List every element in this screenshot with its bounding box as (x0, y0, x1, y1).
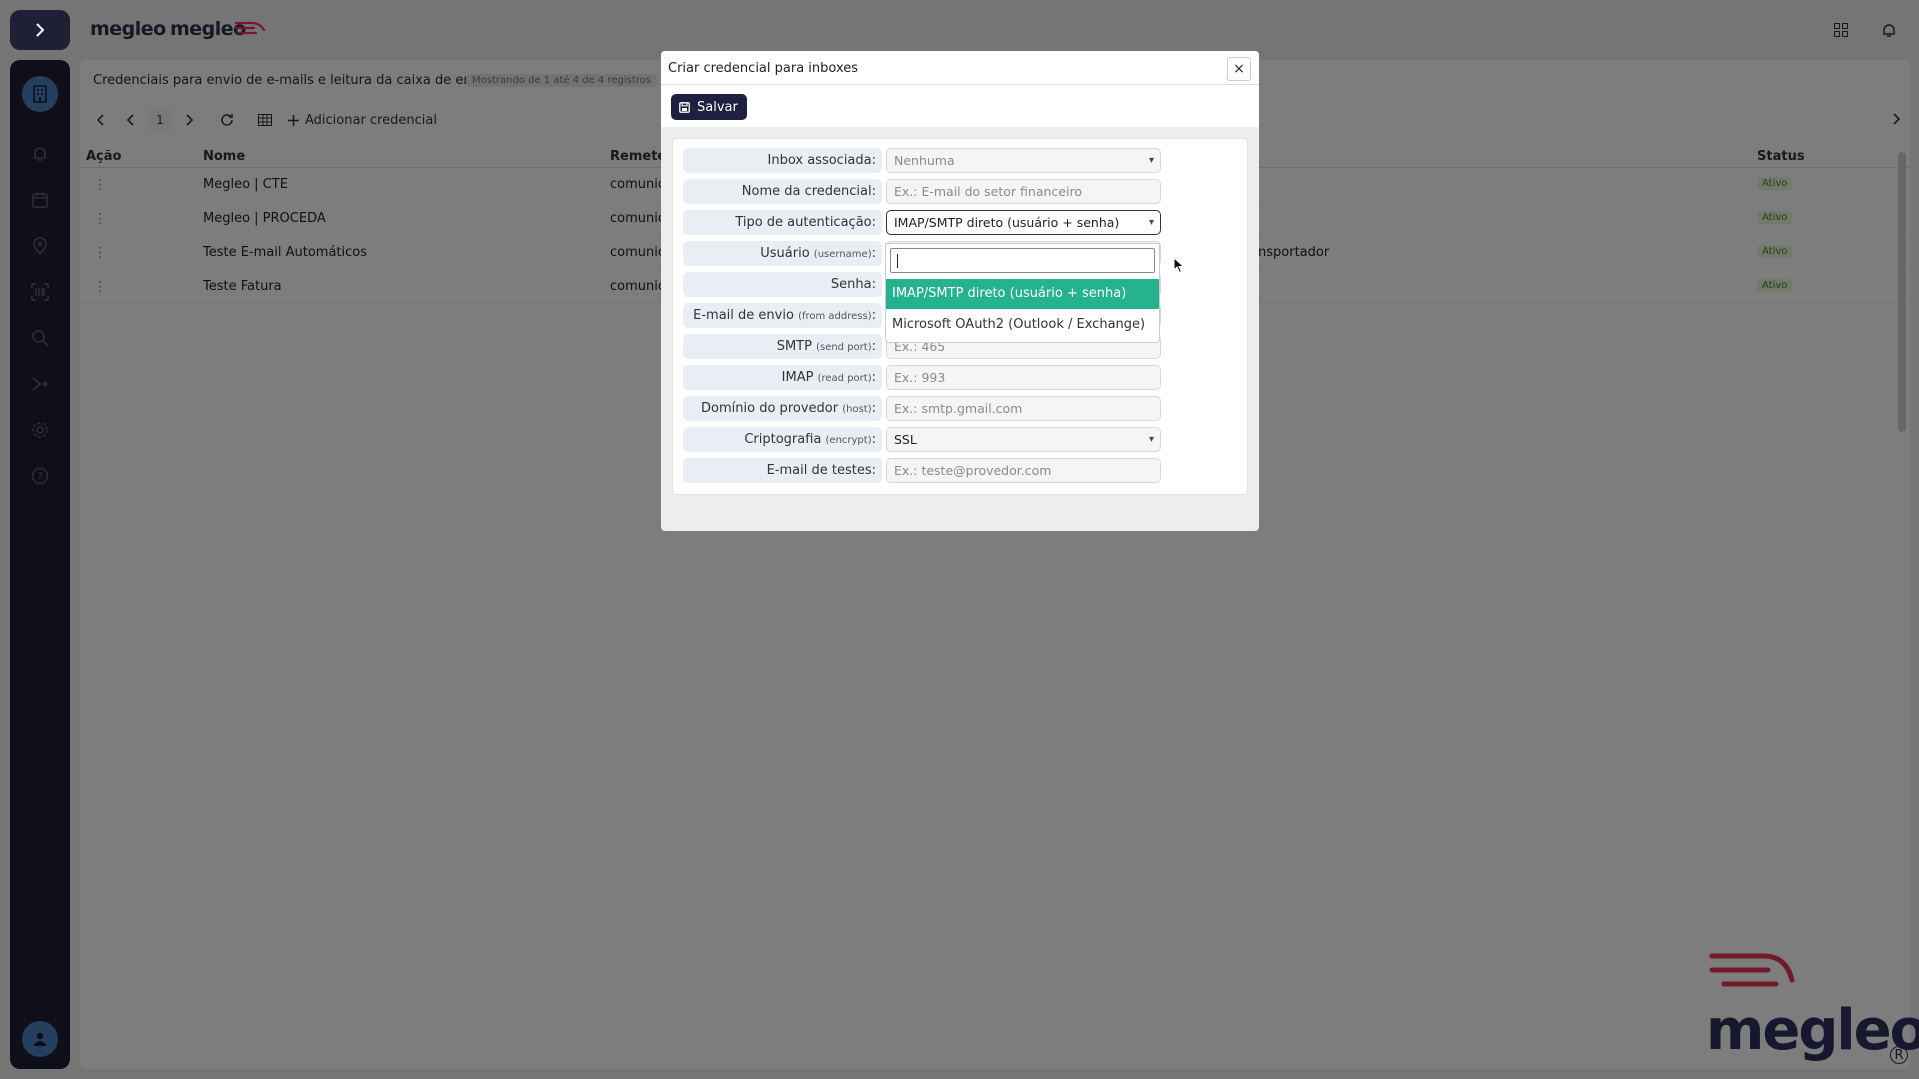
host-input[interactable]: Ex.: smtp.gmail.com (886, 396, 1161, 421)
chevron-down-icon: ▾ (1148, 434, 1154, 445)
field-label: E-mail de testes: (683, 458, 882, 483)
create-credential-modal: Criar credencial para inboxes × Salvar I… (661, 51, 1259, 531)
field-row-encryption: Criptografia (encrypt): SSL ▾ (683, 427, 1183, 452)
field-label: Criptografia (encrypt): (683, 427, 882, 452)
select-value: SSL (894, 432, 917, 447)
chevron-down-icon: ▾ (1148, 155, 1154, 166)
field-row-credential-name: Nome da credencial: Ex.: E-mail do setor… (683, 179, 1183, 204)
sidebar-toggle-button[interactable] (10, 10, 70, 50)
field-label: Usuário (username): (683, 241, 882, 266)
select-value: IMAP/SMTP direto (usuário + senha) (894, 215, 1120, 230)
dropdown-option-imap-smtp[interactable]: IMAP/SMTP direto (usuário + senha) (886, 279, 1159, 309)
modal-title: Criar credencial para inboxes (668, 61, 859, 76)
mouse-cursor-icon (1173, 257, 1185, 274)
field-label: Senha: (683, 272, 882, 297)
field-label: Nome da credencial: (683, 179, 882, 204)
test-email-input[interactable]: Ex.: teste@provedor.com (886, 458, 1161, 483)
auth-type-dropdown: IMAP/SMTP direto (usuário + senha) Micro… (885, 243, 1160, 343)
chevron-right-icon (36, 23, 45, 37)
field-row-auth-type: Tipo de autenticação: IMAP/SMTP direto (… (683, 210, 1183, 235)
text-caret (897, 254, 898, 268)
field-row-test-email: E-mail de testes: Ex.: teste@provedor.co… (683, 458, 1183, 483)
imap-port-input[interactable]: Ex.: 993 (886, 365, 1161, 390)
dropdown-option-oauth2[interactable]: Microsoft OAuth2 (Outlook / Exchange) (886, 310, 1159, 340)
modal-toolbar: Salvar (661, 85, 1259, 127)
field-row-host: Domínio do provedor (host): Ex.: smtp.gm… (683, 396, 1183, 421)
floppy-disk-icon (679, 101, 690, 113)
inbox-select[interactable]: Nenhuma ▾ (886, 148, 1161, 173)
modal-header: Criar credencial para inboxes × (661, 51, 1259, 85)
field-label: Domínio do provedor (host): (683, 396, 882, 421)
close-button[interactable]: × (1227, 57, 1251, 81)
field-label: Inbox associada: (683, 148, 882, 173)
select-value: Nenhuma (894, 153, 955, 168)
field-row-imap-port: IMAP (read port): Ex.: 993 (683, 365, 1183, 390)
credential-name-input[interactable]: Ex.: E-mail do setor financeiro (886, 179, 1161, 204)
field-label: IMAP (read port): (683, 365, 882, 390)
auth-type-select[interactable]: IMAP/SMTP direto (usuário + senha) ▾ (886, 210, 1161, 235)
close-icon: × (1233, 61, 1245, 77)
save-button-label: Salvar (697, 99, 738, 115)
field-label: SMTP (send port): (683, 334, 882, 359)
save-button[interactable]: Salvar (671, 94, 747, 120)
chevron-down-icon: ▾ (1148, 217, 1154, 228)
encryption-select[interactable]: SSL ▾ (886, 427, 1161, 452)
field-label: E-mail de envio (from address): (683, 303, 882, 328)
field-row-inbox: Inbox associada: Nenhuma ▾ (683, 148, 1183, 173)
field-label: Tipo de autenticação: (683, 210, 882, 235)
dropdown-search-input[interactable] (890, 248, 1155, 273)
